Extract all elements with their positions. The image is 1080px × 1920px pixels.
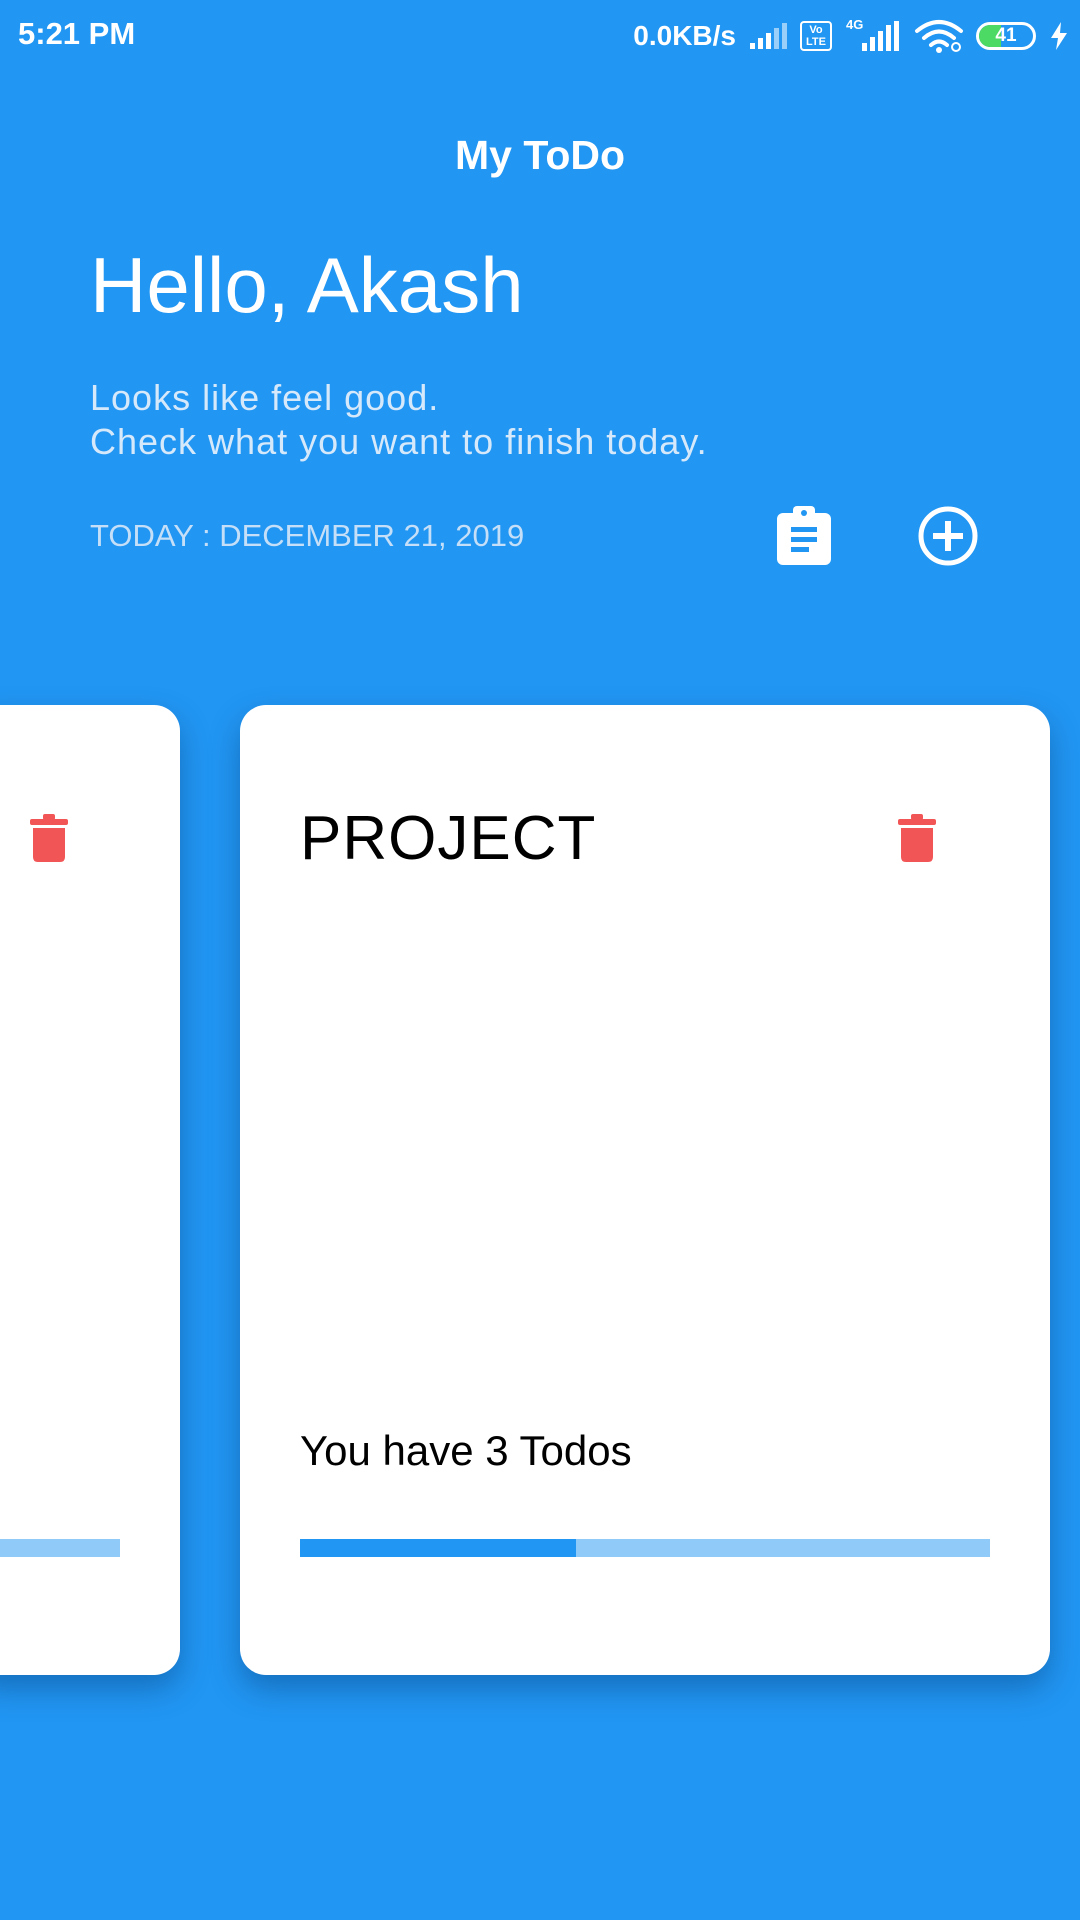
clipboard-icon xyxy=(777,506,831,565)
add-circle-icon xyxy=(918,506,978,566)
volte-icon: Vo LTE xyxy=(800,21,832,51)
clipboard-button[interactable] xyxy=(768,500,840,572)
status-bar: 5:21 PM 0.0KB/s Vo LTE 4G 41 xyxy=(0,0,1080,72)
greeting-heading: Hello, Akash xyxy=(90,241,524,329)
card-progress-bar xyxy=(0,1539,120,1557)
charging-icon xyxy=(1051,22,1067,50)
today-date: TODAY : DECEMBER 21, 2019 xyxy=(90,518,525,553)
add-button[interactable] xyxy=(912,500,984,572)
todo-card-partial[interactable] xyxy=(0,705,180,1675)
signal-4g-icon: 4G xyxy=(844,17,902,53)
trash-icon xyxy=(898,814,936,862)
subtitle-line-2: Check what you want to finish today. xyxy=(90,421,708,462)
card-progress-bar xyxy=(300,1539,990,1557)
subtitle-line-1: Looks like feel good. xyxy=(90,377,440,418)
signal-icon xyxy=(750,23,787,49)
card-todo-count: You have 3 Todos xyxy=(300,1427,632,1474)
todo-card-project[interactable]: PROJECT You have 3 Todos xyxy=(240,705,1050,1675)
volte-label-top: Vo xyxy=(809,24,823,36)
delete-card-button[interactable] xyxy=(17,806,81,870)
battery-icon: 41 xyxy=(976,22,1036,50)
status-time: 5:21 PM xyxy=(18,16,136,51)
network-speed: 0.0KB/s xyxy=(633,20,736,51)
battery-level: 41 xyxy=(995,25,1017,46)
volte-label-bottom: LTE xyxy=(806,36,826,48)
delete-card-button[interactable] xyxy=(885,806,949,870)
trash-icon xyxy=(30,814,68,862)
app-title: My ToDo xyxy=(454,132,626,178)
greeting-subtitle: Looks like feel good. Check what you wan… xyxy=(90,376,708,464)
card-title: PROJECT xyxy=(300,804,597,873)
wifi-icon xyxy=(915,20,963,53)
status-icons: 0.0KB/s Vo LTE 4G 41 xyxy=(633,14,1070,58)
card-progress-fill xyxy=(300,1539,576,1557)
